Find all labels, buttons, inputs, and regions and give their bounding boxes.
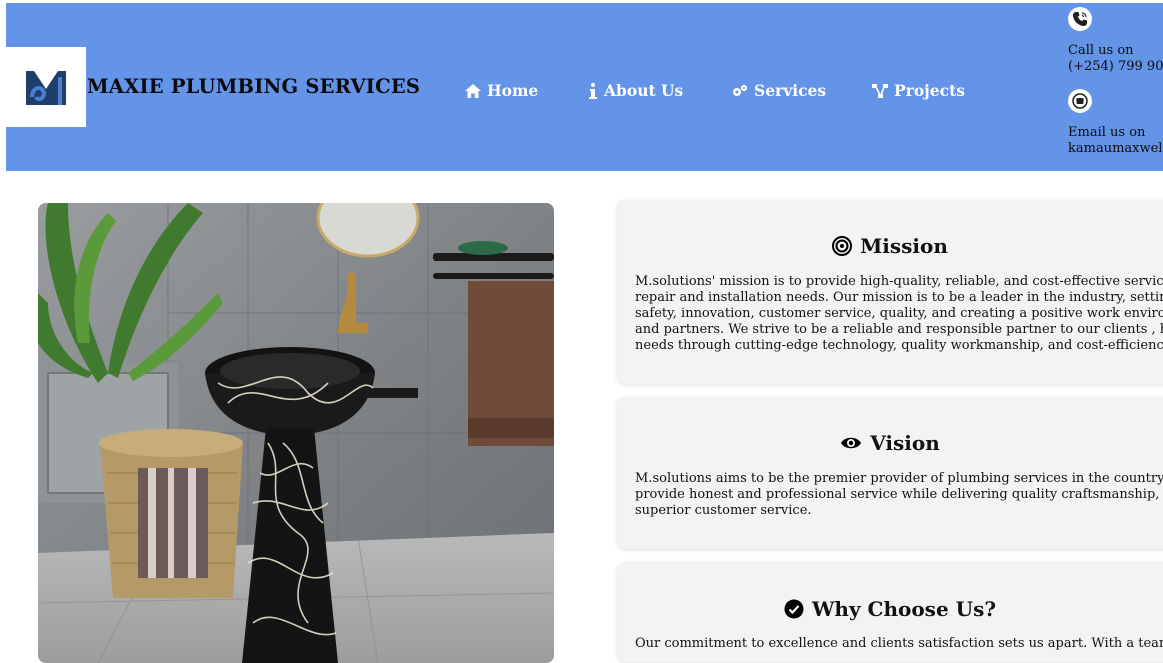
site-header: MAXIE PLUMBING SERVICES Home About Us Se…: [6, 3, 1163, 171]
gears-icon: [733, 84, 747, 96]
email-value[interactable]: kamaumaxwel: [1068, 141, 1162, 157]
nav-projects-label: Projects: [894, 81, 965, 100]
mission-text: M.solutions' mission is to provide high-…: [635, 274, 1163, 354]
eye-icon: [841, 437, 862, 449]
check-circle-icon: [784, 599, 804, 619]
why-text: Our commitment to excellence and clients…: [635, 636, 1163, 652]
logo[interactable]: [6, 47, 86, 127]
mission-line: repair and installation needs. Our missi…: [635, 290, 1163, 305]
mission-title: Mission: [617, 234, 1163, 258]
vision-line: superior customer service.: [635, 503, 812, 518]
brand-name: MAXIE PLUMBING SERVICES: [87, 75, 421, 98]
call-value[interactable]: (+254) 799 90: [1068, 59, 1163, 75]
nav-projects[interactable]: Projects: [872, 81, 965, 100]
vision-line: M.solutions aims to be the premier provi…: [635, 471, 1163, 486]
why-title: Why Choose Us?: [617, 597, 1163, 621]
bullseye-icon: [832, 236, 853, 256]
nav-about-label: About Us: [604, 81, 684, 100]
logo-icon: [26, 71, 66, 105]
vision-card: Vision M.solutions aims to be the premie…: [617, 397, 1163, 549]
nav-home[interactable]: Home: [465, 81, 538, 100]
phone-icon[interactable]: [1068, 7, 1092, 31]
sitemap-icon: [872, 83, 888, 98]
mission-card: Mission M.solutions' mission is to provi…: [617, 200, 1163, 384]
bathroom-sink-photo: [38, 203, 554, 663]
mission-title-text: Mission: [860, 234, 948, 258]
why-line: Our commitment to excellence and clients…: [635, 636, 1163, 651]
nav-services[interactable]: Services: [732, 81, 826, 100]
mission-line: safety, innovation, customer service, qu…: [635, 306, 1163, 321]
nav-about[interactable]: About Us: [588, 81, 683, 100]
info-icon: [589, 82, 597, 99]
nav-home-label: Home: [487, 81, 539, 100]
nav-services-label: Services: [754, 81, 827, 100]
vision-line: provide honest and professional service …: [635, 487, 1163, 502]
vision-title-text: Vision: [870, 431, 940, 455]
why-choose-card: Why Choose Us? Our commitment to excelle…: [617, 562, 1163, 662]
email-label: Email us on: [1068, 125, 1146, 140]
home-icon: [465, 83, 481, 98]
mission-line: M.solutions' mission is to provide high-…: [635, 274, 1163, 289]
vision-title: Vision: [617, 431, 1163, 455]
vision-text: M.solutions aims to be the premier provi…: [635, 471, 1163, 519]
why-title-text: Why Choose Us?: [811, 597, 997, 621]
email-icon[interactable]: [1068, 89, 1092, 113]
call-label: Call us on: [1068, 43, 1134, 58]
mission-line: needs through cutting-edge technology, q…: [635, 338, 1163, 353]
mission-line: and partners. We strive to be a reliable…: [635, 322, 1163, 337]
